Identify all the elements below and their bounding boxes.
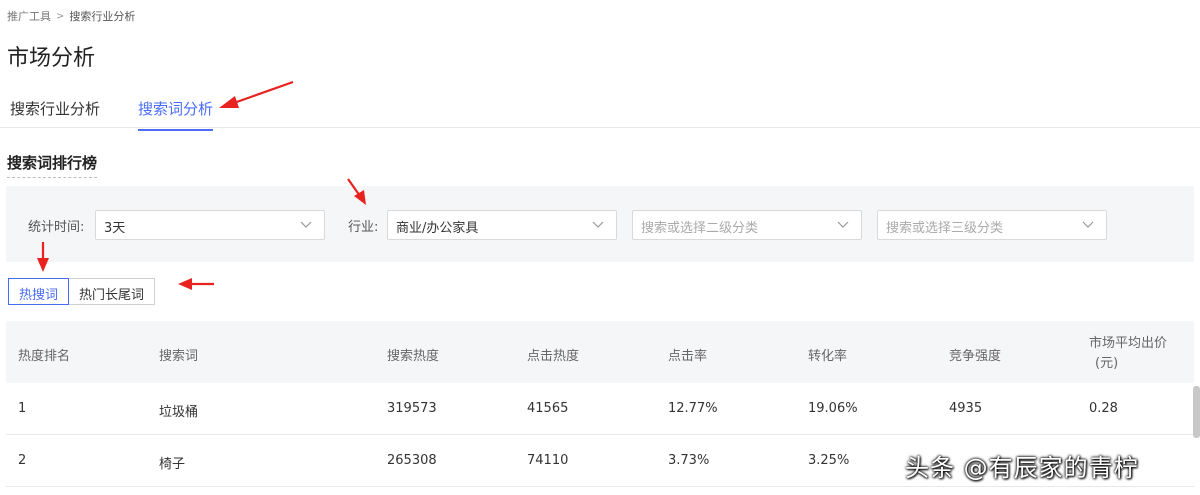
vertical-scrollbar[interactable]	[1193, 386, 1200, 438]
level2-category-select[interactable]: 搜索或选择二级分类	[632, 210, 862, 240]
time-label: 统计时间:	[28, 220, 85, 235]
cell-conversion-rate: 3.25%	[808, 453, 850, 468]
cell-search-heat: 265308	[387, 453, 437, 468]
industry-label: 行业:	[348, 220, 379, 235]
table-header: 热度排名 搜索词 搜索热度 点击热度 点击率 转化率 竞争强度 市场平均出价 (…	[6, 321, 1194, 383]
annotation-arrow-icon	[178, 278, 214, 290]
breadcrumb-current: 搜索行业分析	[69, 10, 136, 23]
header-ctr: 点击率	[668, 349, 708, 364]
header-click-heat: 点击热度	[527, 349, 580, 364]
watermark: 头条 @有辰家的青柠	[905, 454, 1139, 482]
hot-keywords-button[interactable]: 热搜词	[8, 278, 70, 305]
cell-conversion-rate: 19.06%	[808, 401, 858, 416]
breadcrumb-root[interactable]: 推广工具	[7, 8, 51, 24]
cell-rank: 1	[18, 401, 27, 416]
cell-keyword: 椅子	[159, 457, 186, 472]
chevron-down-icon	[837, 221, 849, 228]
level3-placeholder: 搜索或选择三级分类	[886, 221, 1004, 236]
chevron-down-icon	[300, 221, 312, 228]
cell-click-heat: 41565	[527, 401, 569, 416]
industry-select-value: 商业/办公家具	[396, 221, 479, 236]
header-keyword: 搜索词	[159, 349, 199, 364]
cell-keyword: 垃圾桶	[159, 405, 199, 420]
header-search-heat: 搜索热度	[387, 349, 440, 364]
header-conversion-rate: 转化率	[808, 349, 848, 364]
filter-panel: 统计时间: 3天 行业: 商业/办公家具 搜索或选择二级分类 搜索或选择三级分类	[6, 186, 1194, 262]
cell-ctr: 12.77%	[668, 401, 718, 416]
industry-select[interactable]: 商业/办公家具	[387, 210, 617, 240]
level2-placeholder: 搜索或选择二级分类	[641, 221, 759, 236]
keyword-type-toggle: 热搜词 热门长尾词	[8, 278, 156, 305]
breadcrumb: 推广工具 > 搜索行业分析	[7, 8, 135, 24]
header-avg-bid-line1: 市场平均出价	[1089, 336, 1168, 351]
header-avg-bid-unit: (元)	[1095, 356, 1119, 371]
cell-search-heat: 319573	[387, 401, 437, 416]
chevron-right-icon: >	[56, 10, 65, 22]
time-select[interactable]: 3天	[95, 210, 325, 240]
header-avg-bid: 市场平均出价 (元)	[1089, 334, 1167, 374]
time-select-value: 3天	[104, 221, 126, 236]
level3-category-select[interactable]: 搜索或选择三级分类	[877, 210, 1107, 240]
long-tail-keywords-button[interactable]: 热门长尾词	[69, 278, 156, 305]
tab-keyword-analysis[interactable]: 搜索词分析	[138, 98, 214, 131]
header-competition: 竞争强度	[949, 349, 1002, 364]
chevron-down-icon	[1082, 221, 1094, 228]
cell-rank: 2	[18, 453, 27, 468]
cell-avg-bid: 0.28	[1089, 401, 1118, 416]
cell-click-heat: 74110	[527, 453, 569, 468]
page-title: 市场分析	[7, 46, 96, 71]
section-title: 搜索词排行榜	[7, 152, 98, 178]
header-rank: 热度排名	[18, 349, 71, 364]
cell-ctr: 3.73%	[668, 453, 710, 468]
cell-competition: 4935	[949, 401, 983, 416]
tab-industry-analysis[interactable]: 搜索行业分析	[10, 98, 100, 129]
chevron-down-icon	[592, 221, 604, 228]
table-row[interactable]: 1 垃圾桶 319573 41565 12.77% 19.06% 4935 0.…	[6, 383, 1194, 435]
tab-bar: 搜索行业分析 搜索词分析	[0, 92, 1200, 131]
